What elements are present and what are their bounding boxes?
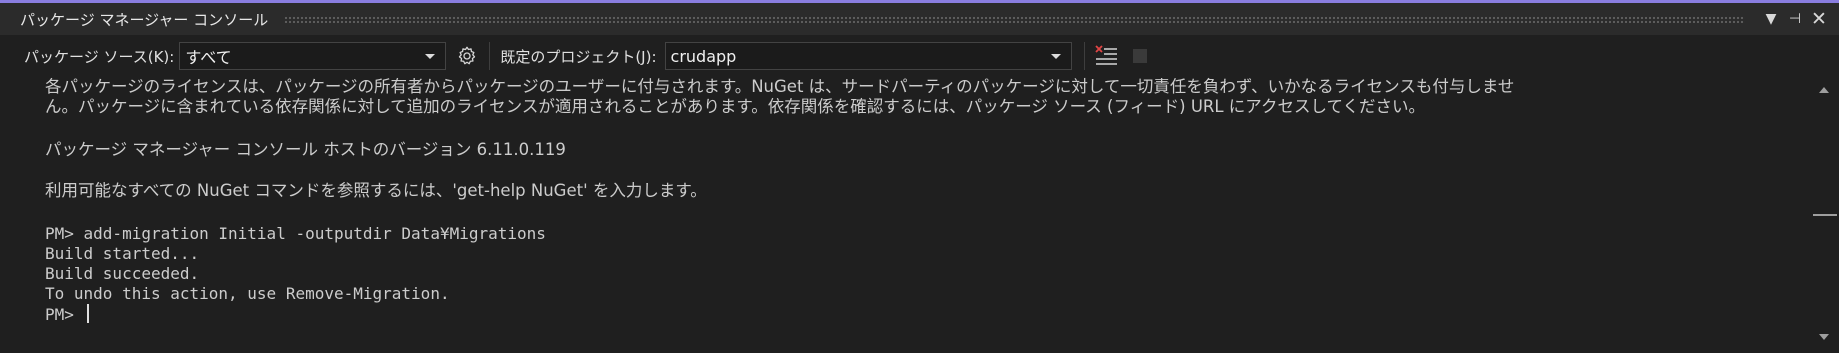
console-line: PM> add-migration Initial -outputdir Dat… (45, 224, 546, 243)
console-line: ん。パッケージに含まれている依存関係に対して追加のライセンスが適用されることがあ… (45, 97, 1425, 116)
default-project-label: 既定のプロジェクト(J): (500, 47, 657, 66)
close-icon[interactable]: ✕ (1807, 8, 1831, 30)
tool-window-titlebar: パッケージ マネージャー コンソール ▼ ⊣ ✕ (0, 3, 1839, 35)
console-output[interactable]: 各パッケージのライセンスは、パッケージの所有者からパッケージのユーザーに付与され… (0, 77, 1810, 353)
console-line: 利用可能なすべての NuGet コマンドを参照するには、'get-help Nu… (45, 181, 707, 200)
scroll-up-icon[interactable] (1819, 87, 1829, 93)
default-project-value: crudapp (670, 46, 737, 66)
console-line: Build succeeded. (45, 264, 200, 283)
console-line: To undo this action, use Remove-Migratio… (45, 284, 450, 303)
console-prompt-line[interactable]: PM> (45, 304, 89, 325)
console-line: 各パッケージのライセンスは、パッケージの所有者からパッケージのユーザーに付与され… (45, 77, 1515, 96)
scrollbar-thumb[interactable] (1813, 214, 1837, 216)
titlebar-grip[interactable] (284, 15, 1745, 23)
chevron-down-icon (425, 53, 436, 59)
stop-icon[interactable] (1132, 49, 1147, 63)
pin-icon[interactable]: ⊣ (1783, 11, 1807, 27)
toolbar-separator (1083, 42, 1085, 70)
package-source-dropdown[interactable]: すべて (179, 42, 447, 70)
window-title: パッケージ マネージャー コンソール (20, 10, 269, 29)
scrollbar-track[interactable] (1810, 99, 1839, 329)
text-cursor (86, 304, 89, 323)
clear-console-icon[interactable] (1093, 43, 1119, 69)
console-prompt: PM> (45, 305, 84, 324)
toolbar-separator (489, 42, 491, 70)
console-line: Build started... (45, 244, 200, 263)
package-source-label: パッケージ ソース(K): (24, 47, 175, 66)
console-toolbar: パッケージ ソース(K): すべて 既定のプロジェクト(J): crudapp (0, 35, 1839, 77)
scroll-down-icon[interactable] (1819, 334, 1829, 340)
gear-icon[interactable] (455, 44, 479, 68)
package-source-value: すべて (185, 48, 232, 67)
chevron-down-icon (1050, 53, 1061, 59)
console-line: パッケージ マネージャー コンソール ホストのバージョン 6.11.0.119 (45, 140, 566, 159)
vertical-scrollbar[interactable] (1810, 77, 1839, 353)
window-options-dropdown-icon[interactable]: ▼ (1759, 11, 1783, 27)
default-project-dropdown[interactable]: crudapp (664, 42, 1072, 70)
